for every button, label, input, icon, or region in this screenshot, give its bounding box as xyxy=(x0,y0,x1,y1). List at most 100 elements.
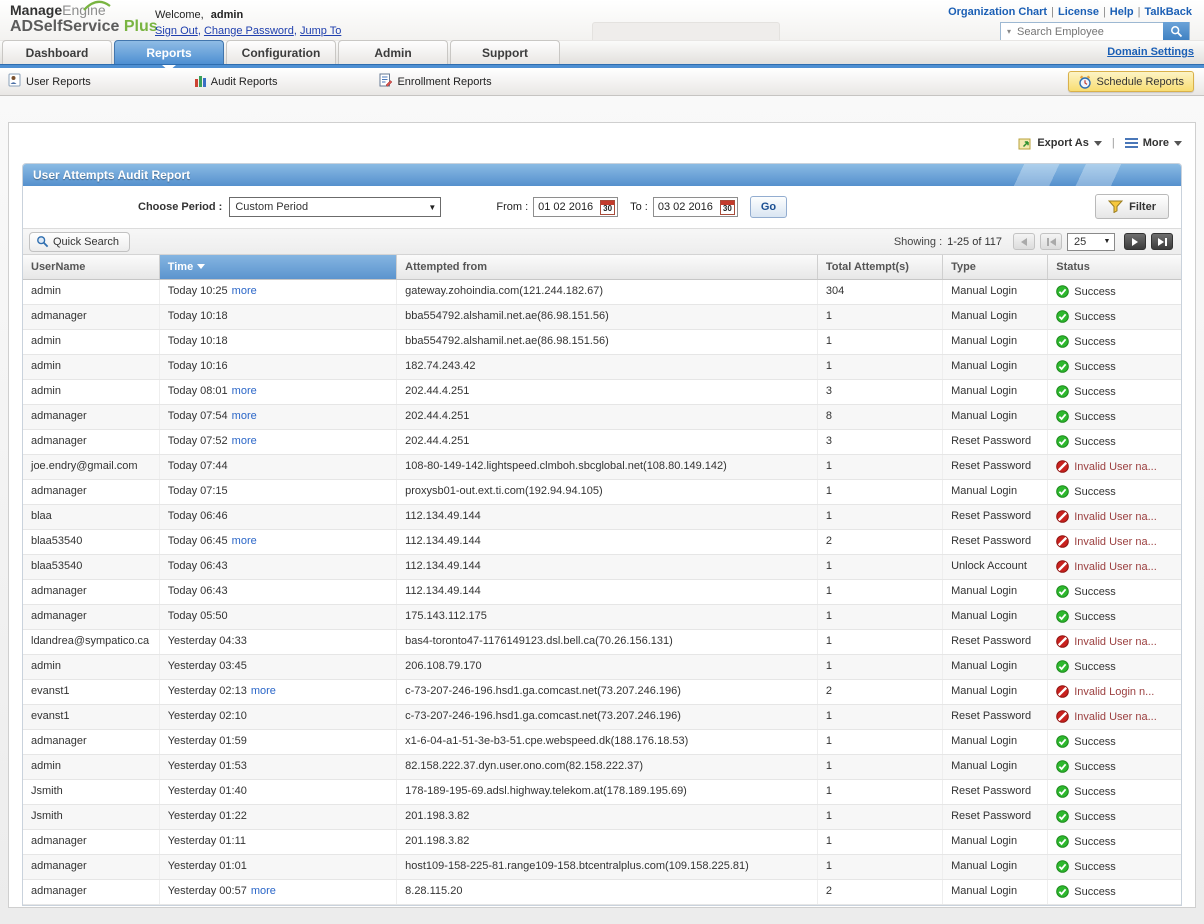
subnav-item-user-reports[interactable]: User Reports xyxy=(8,73,91,90)
cell-type: Manual Login xyxy=(943,479,1048,504)
page-size-select[interactable]: 25 ▼ xyxy=(1067,233,1115,251)
status-label: Success xyxy=(1074,361,1116,373)
more-label: More xyxy=(1143,137,1169,149)
cell-status: Success xyxy=(1048,304,1181,329)
quick-search-button[interactable]: Quick Search xyxy=(29,232,130,252)
cell-type: Reset Password xyxy=(943,704,1048,729)
link-sign-out[interactable]: Sign Out xyxy=(155,25,198,37)
cell-total-attempts: 1 xyxy=(817,604,942,629)
cell-time: Today 07:44 xyxy=(159,454,396,479)
period-select[interactable]: Custom Period ▼ xyxy=(229,197,441,217)
table-row: adminYesterday 03:45206.108.79.1701Manua… xyxy=(23,654,1181,679)
success-icon xyxy=(1056,885,1069,898)
success-icon xyxy=(1056,760,1069,773)
more-link[interactable]: more xyxy=(232,385,257,397)
more-link[interactable]: more xyxy=(232,535,257,547)
calendar-icon[interactable]: 30 xyxy=(600,200,615,215)
session-links: Sign Out, Change Password, Jump To xyxy=(155,25,341,37)
status-label: Success xyxy=(1074,761,1116,773)
status-label: Success xyxy=(1074,411,1116,423)
column-header-username[interactable]: UserName xyxy=(23,255,159,279)
link-organization-chart[interactable]: Organization Chart xyxy=(948,6,1047,18)
more-button[interactable]: More xyxy=(1125,137,1182,149)
cell-total-attempts: 2 xyxy=(817,679,942,704)
cell-total-attempts: 8 xyxy=(817,404,942,429)
success-icon xyxy=(1056,485,1069,498)
search-icon xyxy=(36,235,49,248)
tab-configuration[interactable]: Configuration xyxy=(226,40,336,64)
logo-plus: Plus xyxy=(124,18,158,35)
cell-status: Success xyxy=(1048,654,1181,679)
cell-type: Manual Login xyxy=(943,854,1048,879)
cell-username: admin xyxy=(23,379,159,404)
column-header-total-attempt-s-[interactable]: Total Attempt(s) xyxy=(817,255,942,279)
link-help[interactable]: Help xyxy=(1110,6,1134,18)
more-link[interactable]: more xyxy=(232,435,257,447)
cell-username: admin xyxy=(23,279,159,304)
cell-username: admanager xyxy=(23,304,159,329)
reports-subnav: User Reports Audit Reports Enrollment Repo… xyxy=(0,68,1204,96)
cell-attempted-from: 82.158.222.37.dyn.user.ono.com(82.158.22… xyxy=(397,754,818,779)
cell-status: Success xyxy=(1048,329,1181,354)
status-label: Success xyxy=(1074,611,1116,623)
link-license[interactable]: License xyxy=(1058,6,1099,18)
chevron-down-icon xyxy=(1174,141,1182,146)
table-row: adminToday 08:01more202.44.4.2513Manual … xyxy=(23,379,1181,404)
table-row: admanagerToday 06:43112.134.49.1441Manua… xyxy=(23,579,1181,604)
error-icon xyxy=(1056,635,1069,648)
cell-username: admanager xyxy=(23,429,159,454)
tab-dashboard[interactable]: Dashboard xyxy=(2,40,112,64)
cell-type: Reset Password xyxy=(943,454,1048,479)
cell-total-attempts: 3 xyxy=(817,429,942,454)
tab-reports[interactable]: Reports xyxy=(114,40,224,64)
link-jump-to[interactable]: Jump To xyxy=(300,25,341,37)
search-scope-dropdown-icon[interactable]: ▾ xyxy=(1001,27,1017,36)
last-page-button[interactable] xyxy=(1151,233,1173,250)
cell-time: Yesterday 01:59 xyxy=(159,729,396,754)
calendar-icon[interactable]: 30 xyxy=(720,200,735,215)
from-date-input[interactable] xyxy=(534,201,600,213)
to-date-input[interactable] xyxy=(654,201,720,213)
alarm-clock-icon xyxy=(1078,75,1092,89)
more-link[interactable]: more xyxy=(232,285,257,297)
tab-support[interactable]: Support xyxy=(450,40,560,64)
more-link[interactable]: more xyxy=(251,885,276,897)
column-header-status[interactable]: Status xyxy=(1048,255,1181,279)
cell-username: admanager xyxy=(23,829,159,854)
select-arrow-icon: ▼ xyxy=(424,203,440,212)
domain-settings-link[interactable]: Domain Settings xyxy=(1107,46,1194,58)
cell-time: Today 06:45more xyxy=(159,529,396,554)
subnav-item-enrollment-reports[interactable]: Enrollment Reports xyxy=(379,73,491,90)
filter-button[interactable]: Filter xyxy=(1095,194,1169,219)
next-page-button[interactable] xyxy=(1124,233,1146,250)
more-link[interactable]: more xyxy=(232,410,257,422)
table-row: admanagerToday 07:54more202.44.4.2518Man… xyxy=(23,404,1181,429)
report-title: User Attempts Audit Report xyxy=(33,168,190,182)
report-panel: Export As | More User Attempts Audit Rep… xyxy=(8,122,1196,908)
user-reports-icon xyxy=(8,73,22,90)
link-change-password[interactable]: Change Password xyxy=(204,25,294,37)
schedule-reports-button[interactable]: Schedule Reports xyxy=(1068,71,1194,92)
cell-time: Yesterday 01:22 xyxy=(159,804,396,829)
cell-status: Success xyxy=(1048,779,1181,804)
status-label: Invalid User na... xyxy=(1074,561,1157,573)
subnav-item-audit-reports[interactable]: Audit Reports xyxy=(194,74,278,90)
content-area: Export As | More User Attempts Audit Rep… xyxy=(0,96,1204,924)
search-submit-button[interactable] xyxy=(1163,22,1189,41)
go-button[interactable]: Go xyxy=(750,196,787,218)
export-as-button[interactable]: Export As xyxy=(1018,136,1102,150)
column-header-type[interactable]: Type xyxy=(943,255,1048,279)
cell-total-attempts: 1 xyxy=(817,654,942,679)
cell-time: Today 07:15 xyxy=(159,479,396,504)
table-row: JsmithYesterday 01:22201.198.3.821Reset … xyxy=(23,804,1181,829)
more-link[interactable]: more xyxy=(251,685,276,697)
search-input[interactable] xyxy=(1017,26,1163,38)
column-header-attempted-from[interactable]: Attempted from xyxy=(397,255,818,279)
column-header-time[interactable]: Time xyxy=(159,255,396,279)
cell-time: Yesterday 01:40 xyxy=(159,779,396,804)
cell-type: Unlock Account xyxy=(943,554,1048,579)
cell-total-attempts: 1 xyxy=(817,854,942,879)
link-talkback[interactable]: TalkBack xyxy=(1145,6,1193,18)
status-label: Success xyxy=(1074,311,1116,323)
tab-admin[interactable]: Admin xyxy=(338,40,448,64)
